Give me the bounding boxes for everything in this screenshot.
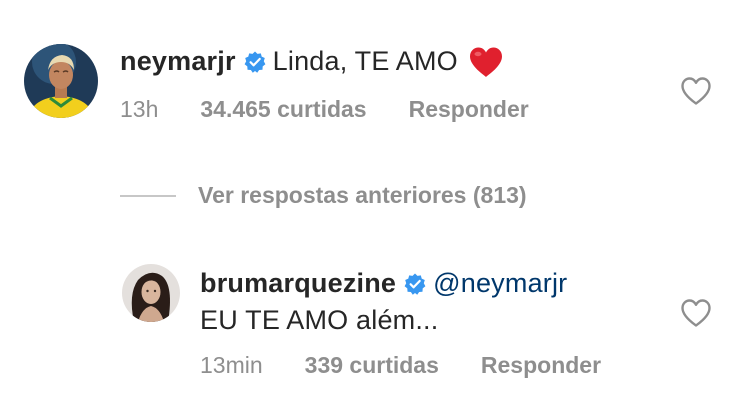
- avatar-neymarjr[interactable]: [24, 44, 98, 118]
- reply-button[interactable]: Responder: [481, 352, 601, 379]
- username-neymarjr[interactable]: neymarjr: [120, 44, 236, 78]
- divider-line: [120, 194, 176, 197]
- username-brumarquezine[interactable]: brumarquezine: [200, 266, 396, 300]
- reply-comment-text: EU TE AMO além...: [200, 305, 439, 335]
- main-comment-meta: 13h 34.465 curtidas Responder: [120, 96, 529, 123]
- verified-badge-icon: [404, 273, 426, 295]
- avatar-brumarquezine[interactable]: [122, 264, 180, 322]
- view-previous-replies-button[interactable]: Ver respostas anteriores (813): [120, 182, 527, 209]
- like-heart-icon[interactable]: [680, 76, 712, 106]
- view-replies-label: Ver respostas anteriores (813): [198, 182, 527, 208]
- reply-comment-meta: 13min 339 curtidas Responder: [200, 352, 601, 379]
- mention-link[interactable]: @neymarjr: [433, 266, 567, 300]
- comment-likes-count[interactable]: 339 curtidas: [305, 352, 439, 379]
- comment-text: Linda, TE AMO: [272, 46, 458, 76]
- reply-button[interactable]: Responder: [409, 96, 529, 123]
- like-heart-icon[interactable]: [680, 298, 712, 328]
- profile-photo-brumarquezine-icon: [122, 264, 180, 322]
- comment-time[interactable]: 13h: [120, 96, 158, 123]
- comment-time[interactable]: 13min: [200, 352, 263, 379]
- profile-photo-neymarjr-icon: [24, 44, 98, 118]
- reply-comment-line: brumarquezine @neymarjr: [200, 266, 567, 300]
- main-comment-line: neymarjr Linda, TE AMO: [120, 44, 504, 78]
- verified-badge-icon: [244, 51, 266, 73]
- red-heart-emoji-icon: [468, 46, 504, 78]
- comment-likes-count[interactable]: 34.465 curtidas: [200, 96, 366, 123]
